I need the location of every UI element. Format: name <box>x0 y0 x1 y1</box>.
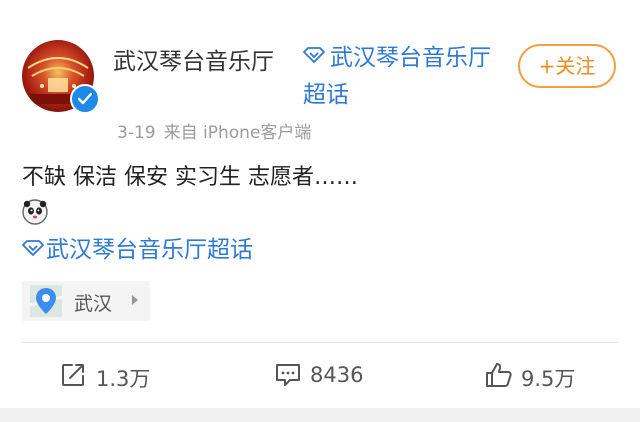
super-topic-link[interactable]: 武汉琴台音乐厅超话 <box>22 230 253 264</box>
diamond-icon <box>22 236 44 262</box>
thumbs-up-icon <box>486 363 512 387</box>
divider <box>22 342 618 343</box>
chevron-right-icon <box>132 295 138 305</box>
verified-badge-icon <box>70 84 100 114</box>
post-source: 来自 iPhone客户端 <box>163 123 312 143</box>
panda-sticker-icon <box>22 199 48 225</box>
super-topic-label: 武汉琴台音乐厅超话 <box>303 45 491 108</box>
map-pin-icon <box>29 285 63 321</box>
location-chip[interactable]: 武汉 <box>22 281 150 321</box>
location-label: 武汉 <box>74 293 113 315</box>
author-super-topic-link[interactable]: 武汉琴台音乐厅超话 <box>303 40 503 114</box>
bottom-separator <box>0 408 640 422</box>
share-icon <box>62 364 84 386</box>
comment-icon <box>276 364 300 386</box>
post-text: 不缺 保洁 保安 实习生 志愿者…… <box>22 165 358 190</box>
like-count: 9.5万 <box>521 367 576 391</box>
post-date: 3-19 <box>117 123 156 143</box>
topic-link-label: 武汉琴台音乐厅超话 <box>46 237 253 263</box>
diamond-icon <box>303 38 325 75</box>
repost-count: 1.3万 <box>96 367 151 391</box>
weibo-post-card: 武汉琴台音乐厅 武汉琴台音乐厅超话 +关注 3-19 来自 iPhone客户端 不… <box>0 0 640 408</box>
comment-count: 8436 <box>310 363 364 387</box>
post-meta: 3-19 来自 iPhone客户端 <box>117 118 311 143</box>
follow-button[interactable]: +关注 <box>518 44 616 88</box>
author-name[interactable]: 武汉琴台音乐厅 <box>113 42 274 76</box>
